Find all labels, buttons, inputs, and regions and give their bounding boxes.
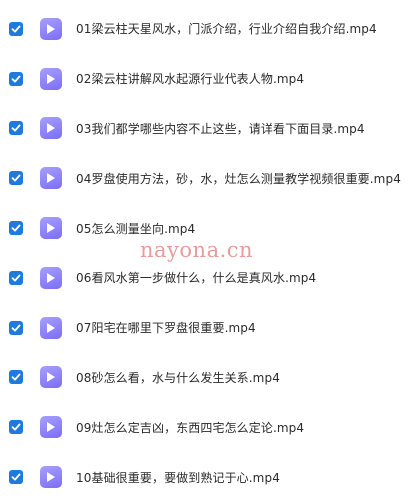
- video-file-icon: [40, 266, 62, 289]
- file-name[interactable]: 02梁云柱讲解风水起源行业代表人物.mp4: [76, 70, 402, 87]
- file-row[interactable]: 08砂怎么看，水与什么发生关系.mp4: [0, 353, 408, 403]
- video-file-icon: [40, 466, 62, 489]
- check-icon: [11, 324, 21, 332]
- file-name[interactable]: 03我们都学哪些内容不止这些，请详看下面目录.mp4: [76, 120, 402, 137]
- check-icon: [11, 124, 21, 132]
- file-row[interactable]: 01梁云柱天星风水，门派介绍，行业介绍自我介绍.mp4: [0, 4, 408, 54]
- check-icon: [11, 224, 21, 232]
- check-icon: [11, 25, 21, 33]
- file-row[interactable]: 04罗盘使用方法，砂，水，灶怎么测量教学视频很重要.mp4: [0, 153, 408, 203]
- video-file-icon: [40, 366, 62, 389]
- video-file-icon: [40, 316, 62, 339]
- check-icon: [11, 75, 21, 83]
- file-name[interactable]: 08砂怎么看，水与什么发生关系.mp4: [76, 369, 402, 386]
- checkbox[interactable]: [9, 470, 23, 485]
- file-row[interactable]: 05怎么测量坐向.mp4: [0, 203, 408, 253]
- check-icon: [11, 423, 21, 431]
- checkbox[interactable]: [9, 71, 23, 86]
- checkbox[interactable]: [9, 320, 23, 335]
- file-name[interactable]: 10基础很重要，要做到熟记于心.mp4: [76, 469, 402, 486]
- checkbox[interactable]: [9, 270, 23, 285]
- file-row[interactable]: 03我们都学哪些内容不止这些，请详看下面目录.mp4: [0, 104, 408, 154]
- file-name[interactable]: 09灶怎么定吉凶，东西四宅怎么定论.mp4: [76, 419, 402, 436]
- video-file-icon: [40, 217, 62, 240]
- video-file-icon: [40, 67, 62, 90]
- checkbox[interactable]: [9, 171, 23, 186]
- checkbox[interactable]: [9, 21, 23, 36]
- file-name[interactable]: 04罗盘使用方法，砂，水，灶怎么测量教学视频很重要.mp4: [76, 170, 402, 187]
- check-icon: [11, 473, 21, 481]
- checkbox[interactable]: [9, 420, 23, 435]
- file-list: 01梁云柱天星风水，门派介绍，行业介绍自我介绍.mp4 02梁云柱讲解风水起源行业…: [0, 4, 408, 502]
- video-file-icon: [40, 117, 62, 140]
- file-row[interactable]: 02梁云柱讲解风水起源行业代表人物.mp4: [0, 54, 408, 104]
- file-row[interactable]: 09灶怎么定吉凶，东西四宅怎么定论.mp4: [0, 402, 408, 452]
- video-file-icon: [40, 167, 62, 190]
- check-icon: [11, 174, 21, 182]
- checkbox[interactable]: [9, 370, 23, 385]
- check-icon: [11, 274, 21, 282]
- checkbox[interactable]: [9, 121, 23, 136]
- video-file-icon: [40, 17, 62, 40]
- file-row[interactable]: 07阳宅在哪里下罗盘很重要.mp4: [0, 303, 408, 353]
- file-name[interactable]: 05怎么测量坐向.mp4: [76, 220, 402, 237]
- checkbox[interactable]: [9, 221, 23, 236]
- check-icon: [11, 373, 21, 381]
- file-row[interactable]: 06看风水第一步做什么，什么是真风水.mp4: [0, 253, 408, 303]
- video-file-icon: [40, 416, 62, 439]
- file-name[interactable]: 01梁云柱天星风水，门派介绍，行业介绍自我介绍.mp4: [76, 20, 402, 37]
- file-name[interactable]: 06看风水第一步做什么，什么是真风水.mp4: [76, 269, 402, 286]
- file-name[interactable]: 07阳宅在哪里下罗盘很重要.mp4: [76, 319, 402, 336]
- file-row[interactable]: 10基础很重要，要做到熟记于心.mp4: [0, 452, 408, 502]
